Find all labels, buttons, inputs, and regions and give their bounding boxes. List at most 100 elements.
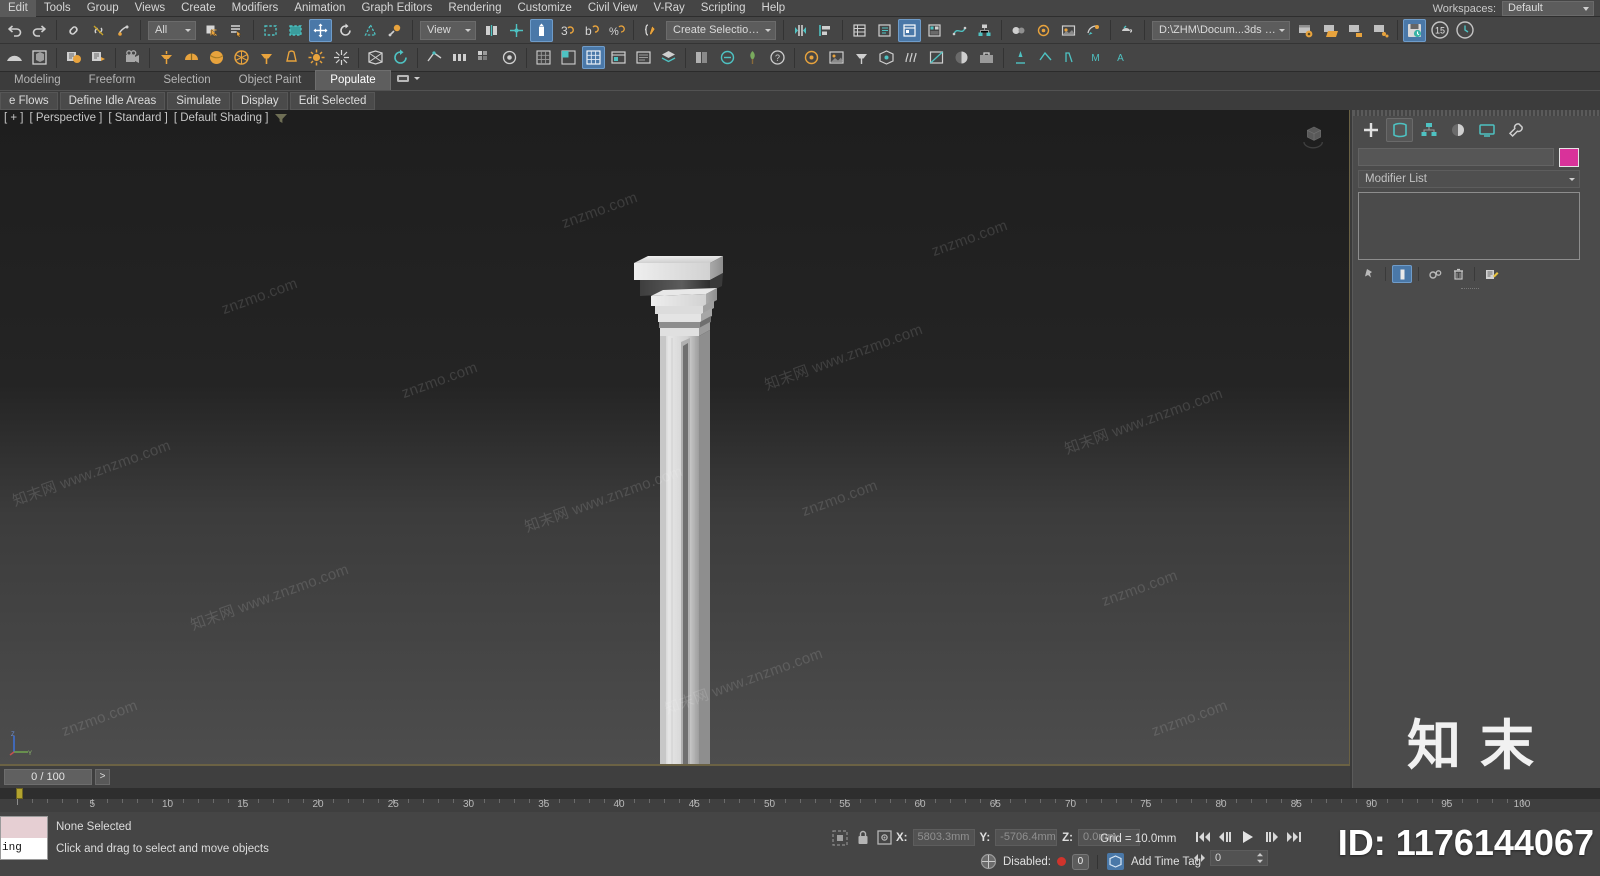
save-icon[interactable] — [1403, 18, 1426, 42]
play-animation-button[interactable] — [1236, 827, 1260, 846]
snapshot-icon[interactable] — [498, 46, 521, 69]
array-icon[interactable] — [473, 46, 496, 69]
motion-tab[interactable] — [1444, 118, 1471, 142]
selection-filter-combo[interactable]: All — [148, 20, 196, 40]
current-frame-display[interactable]: 0 / 100 — [4, 769, 92, 785]
save-copy-icon[interactable] — [1369, 19, 1392, 42]
y-field[interactable]: -5706.4mm — [995, 829, 1058, 846]
time-slider-key-handle[interactable] — [16, 788, 23, 799]
sun-light-icon[interactable] — [305, 46, 328, 69]
menu-item-views[interactable]: Views — [127, 0, 173, 17]
hierarchy-tab[interactable] — [1415, 118, 1442, 142]
ribbon-tab-modeling[interactable]: Modeling — [0, 71, 75, 90]
utilities-tab[interactable] — [1502, 118, 1529, 142]
ribbon-subtab-create-flows[interactable]: e Flows — [0, 91, 58, 110]
pin-stack-icon[interactable] — [1359, 265, 1379, 283]
arc-rotate-icon[interactable] — [3, 46, 26, 69]
schematic-view-icon[interactable] — [973, 19, 996, 42]
viewport-label-plus[interactable]: [ + ] — [4, 112, 24, 124]
ribbon-tab-populate[interactable]: Populate — [315, 70, 391, 90]
material-editor-icon[interactable] — [1007, 19, 1030, 42]
vray-proxy-icon[interactable] — [875, 46, 898, 69]
rendered-frame-window-icon[interactable] — [1057, 19, 1080, 42]
add-time-tag-icon[interactable] — [1106, 852, 1125, 871]
omni-light-icon[interactable] — [255, 46, 278, 69]
vray-clipper-icon[interactable] — [925, 46, 948, 69]
select-by-name-icon[interactable] — [225, 19, 248, 42]
help-icon[interactable]: ? — [766, 46, 789, 69]
spinner-snap-toggle-icon[interactable]: % — [605, 19, 628, 42]
viewport-label-view[interactable]: [ Perspective ] — [30, 112, 103, 124]
vray-toolbox-icon[interactable] — [975, 46, 998, 69]
key-count-badge[interactable]: 0 — [1071, 853, 1089, 870]
percent-snap-toggle-icon[interactable]: b — [580, 19, 603, 42]
free-light-icon[interactable] — [280, 46, 303, 69]
history-clock-icon[interactable] — [1453, 19, 1476, 42]
go-to-end-button[interactable] — [1284, 827, 1304, 846]
set-project-folder-icon[interactable] — [1294, 19, 1317, 42]
menu-item-edit[interactable]: Edit — [0, 0, 36, 17]
camera-icon[interactable] — [121, 46, 144, 69]
menu-item-graph-editors[interactable]: Graph Editors — [353, 0, 440, 17]
redo-icon[interactable] — [28, 19, 51, 42]
toggle-layer-explorer-icon[interactable] — [848, 19, 871, 42]
remove-modifier-icon[interactable] — [1448, 265, 1468, 283]
asset-tracking-icon[interactable] — [632, 46, 655, 69]
spinner-arrows-icon[interactable] — [1256, 852, 1264, 864]
wireframe-box-icon[interactable] — [364, 46, 387, 69]
curve-editor-icon[interactable] — [948, 19, 971, 42]
current-frame-spinner[interactable]: 0 — [1210, 850, 1268, 866]
viewport-filter-icon[interactable] — [274, 112, 288, 124]
toggle-ribbon-icon[interactable] — [923, 19, 946, 42]
project-folder-combo[interactable]: D:\ZHM\Docum...3ds Max 202· — [1152, 20, 1290, 40]
select-object-icon[interactable] — [200, 19, 223, 42]
select-and-scale-icon[interactable] — [359, 19, 382, 42]
rectangular-selection-region-icon[interactable] — [259, 19, 282, 42]
key-mode-icon[interactable] — [980, 853, 997, 870]
ribbon-subtab-display[interactable]: Display — [231, 91, 288, 110]
go-to-start-button[interactable] — [1192, 827, 1212, 846]
viewport-label-group[interactable]: [ + ] [ Perspective ] [ Standard ] [ Def… — [4, 112, 288, 124]
material-explorer-icon[interactable] — [716, 46, 739, 69]
viewport-label-shading-preset[interactable]: [ Standard ] — [108, 112, 167, 124]
configure-modifier-sets-icon[interactable] — [1481, 265, 1501, 283]
undo-icon[interactable] — [3, 19, 26, 42]
make-unique-icon[interactable] — [1425, 265, 1445, 283]
menu-item-help[interactable]: Help — [754, 0, 794, 17]
select-and-link-icon[interactable] — [62, 19, 85, 42]
snaps-toggle-icon[interactable] — [530, 18, 553, 42]
plugin-a-icon[interactable] — [1009, 46, 1032, 69]
vray-teapot-icon[interactable] — [1116, 19, 1139, 42]
x-field[interactable]: 5803.3mm — [912, 829, 975, 846]
modifier-list-dropdown[interactable]: Modifier List — [1358, 170, 1580, 188]
modifier-stack-list[interactable] — [1358, 192, 1580, 260]
ribbon-tab-object-paint[interactable]: Object Paint — [225, 71, 316, 90]
add-time-tag-label[interactable]: Add Time Tag — [1131, 856, 1201, 868]
window-crossing-toggle-icon[interactable] — [284, 19, 307, 42]
align-icon[interactable] — [814, 19, 837, 42]
material-library-icon[interactable] — [691, 46, 714, 69]
menu-item-scripting[interactable]: Scripting — [693, 0, 754, 17]
show-end-result-icon[interactable] — [1392, 265, 1412, 283]
absolute-relative-mode-icon[interactable] — [830, 828, 850, 853]
selection-lock-icon[interactable] — [856, 829, 870, 852]
perspective-viewport[interactable]: [ + ] [ Perspective ] [ Standard ] [ Def… — [0, 110, 1350, 765]
bind-to-spacewarp-icon[interactable] — [112, 19, 135, 42]
normal-align-icon[interactable] — [423, 46, 446, 69]
object-name-field[interactable] — [1358, 148, 1554, 166]
use-pivot-point-center-icon[interactable] — [480, 19, 503, 42]
create-tab[interactable] — [1357, 118, 1384, 142]
toggle-scene-explorer-active-icon[interactable] — [898, 18, 921, 42]
maxscript-mini-listener[interactable]: ing Mini — [0, 816, 48, 860]
menu-item-vray[interactable]: V-Ray — [645, 0, 692, 17]
menu-item-create[interactable]: Create — [173, 0, 224, 17]
mirror-icon[interactable] — [789, 19, 812, 42]
select-and-rotate-icon[interactable] — [334, 19, 357, 42]
key-mode-toggle-icon[interactable] — [1192, 852, 1207, 864]
placement-tool-icon[interactable] — [384, 19, 407, 42]
ribbon-subtab-edit-selected[interactable]: Edit Selected — [289, 91, 376, 110]
plugin-e-icon[interactable]: A — [1109, 46, 1132, 69]
sphere-object-icon[interactable] — [205, 46, 228, 69]
plugin-c-icon[interactable] — [1059, 46, 1082, 69]
modify-tab[interactable] — [1386, 118, 1413, 142]
